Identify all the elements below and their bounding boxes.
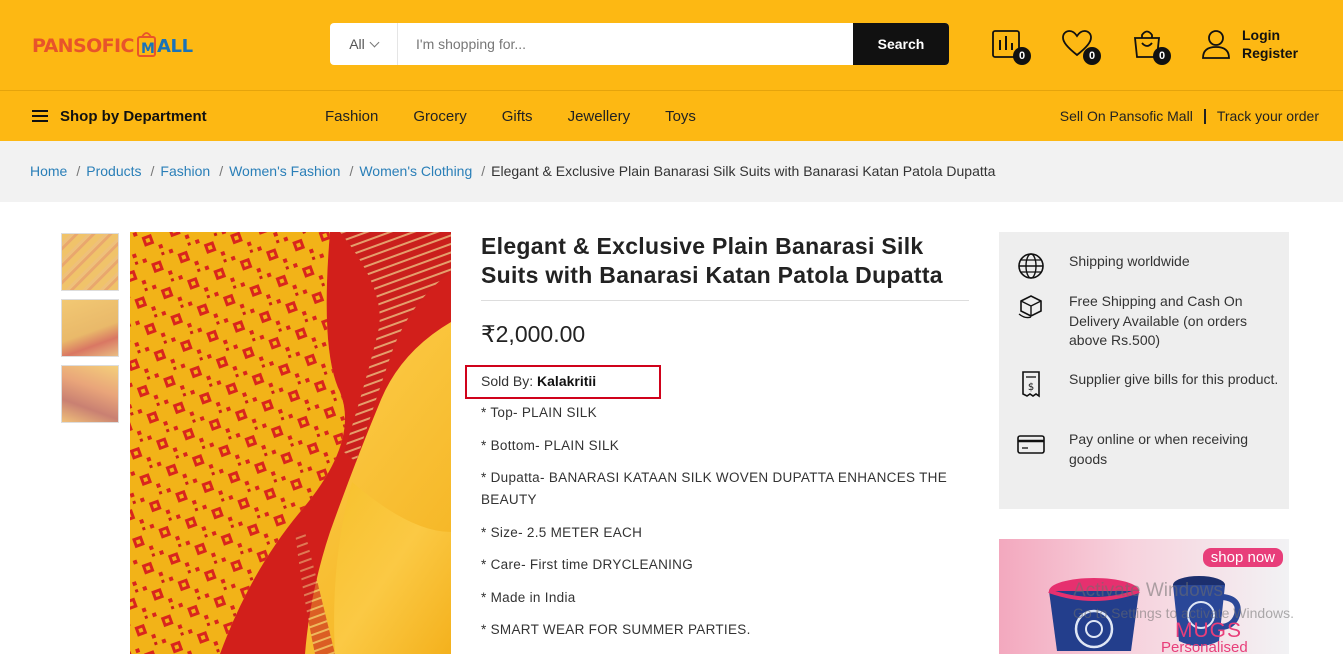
breadcrumb-separator: /: [349, 163, 354, 179]
breadcrumb: Home / Products / Fashion / Women's Fash…: [30, 163, 995, 179]
track-order-link[interactable]: Track your order: [1217, 108, 1319, 124]
breadcrumb-womens-clothing[interactable]: Women's Clothing: [359, 163, 472, 179]
product-price: ₹2,000.00: [481, 321, 586, 347]
nav-links: Fashion Grocery Gifts Jewellery Toys: [325, 91, 696, 141]
department-label: Shop by Department: [60, 107, 207, 125]
svg-text:$: $: [1028, 382, 1034, 393]
wishlist-count-badge: 0: [1083, 47, 1101, 65]
cart-button[interactable]: 0: [1131, 28, 1171, 65]
wishlist-button[interactable]: 0: [1061, 28, 1101, 65]
shipping-info-box: Shipping worldwide Free Shipping and Cas…: [999, 232, 1289, 509]
thumbnail-image: [62, 300, 118, 356]
breadcrumb-home[interactable]: Home: [30, 163, 67, 179]
shop-now-button[interactable]: shop now: [1202, 548, 1283, 567]
nav-right-links: Sell On Pansofic Mall Track your order: [1060, 91, 1319, 141]
feature-item: * Care- First time DRYCLEANING: [481, 557, 694, 572]
search-category-select[interactable]: All: [330, 23, 398, 65]
search-button[interactable]: Search: [853, 23, 949, 65]
breadcrumb-bar: Home / Products / Fashion / Women's Fash…: [0, 141, 1343, 202]
breadcrumb-current: Elegant & Exclusive Plain Banarasi Silk …: [491, 163, 996, 179]
site-logo[interactable]: PANSOFIC M ALL: [32, 26, 222, 62]
nav-link-jewellery[interactable]: Jewellery: [568, 108, 631, 125]
breadcrumb-separator: /: [76, 163, 81, 179]
breadcrumb-womens-fashion[interactable]: Women's Fashion: [229, 163, 340, 179]
info-text: Free Shipping and Cash On Delivery Avail…: [1069, 293, 1247, 348]
pansofic-mall-logo: PANSOFIC M ALL: [32, 32, 193, 57]
breadcrumb-separator: /: [481, 163, 486, 179]
search-input[interactable]: [398, 23, 853, 65]
hamburger-menu-icon: [32, 110, 48, 122]
svg-text:M: M: [141, 41, 155, 57]
feature-item: * SMART WEAR FOR SUMMER PARTIES.: [481, 622, 751, 637]
shop-by-department-button[interactable]: Shop by Department: [32, 91, 207, 141]
nav-link-fashion[interactable]: Fashion: [325, 108, 378, 125]
compare-count-badge: 0: [1013, 47, 1031, 65]
nav-link-toys[interactable]: Toys: [665, 108, 696, 125]
activate-windows-watermark: Activate Windows Go to Settings to activ…: [1073, 580, 1294, 624]
sell-on-link[interactable]: Sell On Pansofic Mall: [1060, 108, 1193, 124]
breadcrumb-separator: /: [219, 163, 224, 179]
feature-item: * Top- PLAIN SILK: [481, 405, 597, 420]
svg-text:PANSOFIC: PANSOFIC: [32, 35, 134, 57]
feature-item: * Bottom- PLAIN SILK: [481, 437, 620, 453]
nav-divider: [1203, 108, 1206, 124]
cart-count-badge: 0: [1153, 47, 1171, 65]
globe-icon: [1018, 253, 1044, 279]
seller-name[interactable]: Kalakritii: [537, 373, 596, 389]
feature-item: * Made in India: [481, 589, 576, 605]
feature-item: * Dupatta- BANARASI KATAAN SILK WOVEN DU…: [481, 470, 948, 507]
info-supplier-bills: $ Supplier give bills for this product.: [1017, 370, 1279, 398]
breadcrumb-products[interactable]: Products: [86, 163, 141, 179]
info-payment: Pay online or when receiving goods: [1017, 430, 1279, 469]
search-bar: All Search: [330, 23, 949, 65]
register-link[interactable]: Register: [1242, 44, 1298, 62]
box-icon: [1018, 295, 1042, 319]
product-thumbnail-3[interactable]: [61, 365, 119, 423]
login-link[interactable]: Login: [1242, 26, 1298, 44]
watermark-subtitle: Go to Settings to activate Windows.: [1073, 605, 1294, 621]
promo-subtitle: Personalised: [1161, 639, 1248, 654]
info-free-shipping: Free Shipping and Cash On Delivery Avail…: [1017, 292, 1279, 351]
product-thumbnail-1[interactable]: [61, 233, 119, 291]
title-divider: [481, 300, 969, 301]
product-main-image[interactable]: [130, 232, 451, 654]
nav-link-grocery[interactable]: Grocery: [413, 108, 466, 125]
thumbnail-image: [62, 234, 118, 290]
svg-text:ALL: ALL: [157, 36, 193, 57]
main-nav: Shop by Department Fashion Grocery Gifts…: [0, 90, 1343, 141]
info-text: Supplier give bills for this product.: [1069, 371, 1279, 387]
search-category-label: All: [349, 36, 365, 52]
user-icon[interactable]: [1200, 28, 1232, 60]
info-text: Shipping worldwide: [1069, 253, 1190, 269]
bill-icon: $: [1022, 371, 1040, 398]
product-thumbnail-2[interactable]: [61, 299, 119, 357]
account-area: Login Register: [1200, 26, 1298, 62]
sold-by: Sold By: Kalakritii: [481, 373, 596, 389]
sold-by-label: Sold By:: [481, 373, 534, 389]
feature-item: * Size- 2.5 METER EACH: [481, 524, 643, 540]
breadcrumb-separator: /: [150, 163, 155, 179]
thumbnail-image: [62, 366, 118, 422]
info-text: Pay online or when receiving goods: [1069, 431, 1248, 467]
saree-fabric-image: [130, 232, 451, 654]
nav-link-gifts[interactable]: Gifts: [502, 108, 533, 125]
product-feature-list: * Top- PLAIN SILK * Bottom- PLAIN SILK *…: [481, 402, 971, 652]
chevron-down-icon: [369, 37, 380, 47]
site-header: PANSOFIC M ALL All Search 0 0: [0, 0, 1343, 90]
info-shipping-worldwide: Shipping worldwide: [1017, 252, 1279, 280]
watermark-title: Activate Windows: [1073, 580, 1223, 601]
compare-button[interactable]: 0: [991, 28, 1031, 65]
card-icon: [1017, 435, 1045, 454]
breadcrumb-fashion[interactable]: Fashion: [160, 163, 210, 179]
product-title: Elegant & Exclusive Plain Banarasi Silk …: [481, 233, 943, 288]
